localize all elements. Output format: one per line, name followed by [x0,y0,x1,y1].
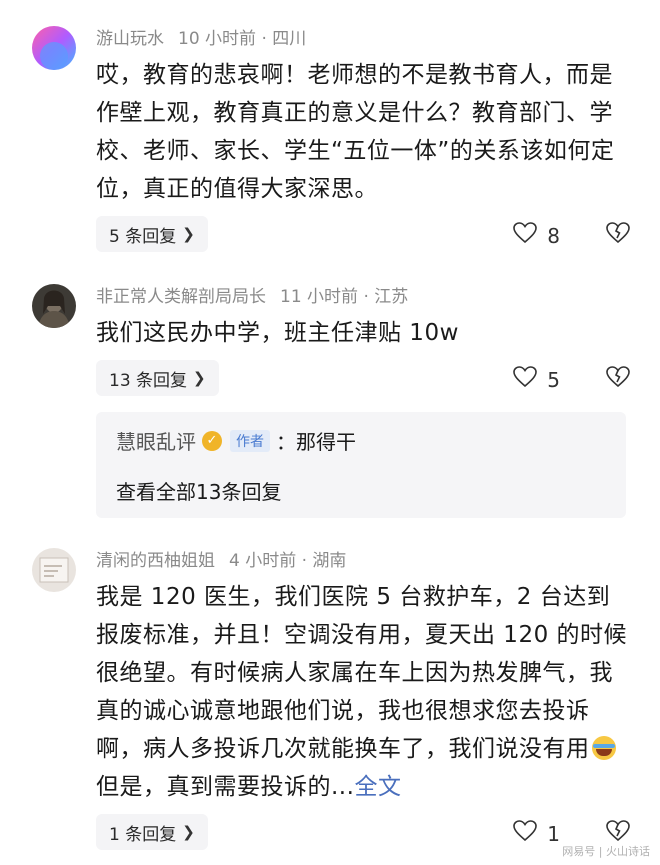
like-button[interactable]: 8 [513,222,560,249]
comment-text-part: 我是 120 医生，我们医院 5 台救护车，2 台达到报废标准，并且！空调没有用… [96,584,628,762]
avatar[interactable] [32,26,76,70]
comment-text: 哎，教育的悲哀啊！老师想的不是教书育人，而是作壁上观，教育真正的意义是什么？教育… [96,62,615,202]
comment-time-location: 4 小时前 · 湖南 [229,551,347,571]
like-count: 8 [547,223,560,248]
comment-meta: 非正常人类解剖局局长 11 小时前 · 江苏 [96,286,408,308]
chevron-right-icon: ❯ [193,369,206,387]
view-all-replies-link[interactable]: 查看全部13条回复 [116,476,281,505]
chevron-right-icon: ❯ [182,225,195,243]
comment-text: 我们这民办中学，班主任津贴 10w [96,320,459,346]
view-replies-button[interactable]: 5 条回复 ❯ [96,216,208,252]
comment-author[interactable]: 非正常人类解剖局局长 [96,287,266,307]
author-tag-badge: 作者 [230,429,270,452]
heart-icon [513,820,538,847]
sub-reply-text: ：那得干 [276,430,356,454]
comment-text: 我是 120 医生，我们医院 5 台救护车，2 台达到报废标准，并且！空调没有用… [96,578,632,806]
view-replies-button[interactable]: 13 条回复 ❯ [96,360,219,396]
verified-badge-icon: ✓ [202,430,222,451]
avatar[interactable] [32,284,76,328]
dislike-button[interactable] [606,366,630,392]
like-button[interactable]: 1 [513,820,560,847]
like-count: 5 [547,367,560,392]
comment-meta: 游山玩水 10 小时前 · 四川 [96,28,306,50]
sub-reply-author[interactable]: 慧眼乱评 [116,426,196,455]
comment-time-location: 11 小时前 · 江苏 [280,287,409,307]
heart-icon [513,222,538,249]
sub-reply-line: 慧眼乱评 ✓ 作者 ：那得干 [116,426,356,455]
comment-list: 游山玩水 10 小时前 · 四川 哎，教育的悲哀啊！老师想的不是教书育人，而是作壁… [0,0,660,865]
comment-time-location: 10 小时前 · 四川 [178,29,307,49]
comment-author[interactable]: 清闲的西柚姐姐 [96,551,215,571]
comment-meta: 清闲的西柚姐姐 4 小时前 · 湖南 [96,550,346,572]
like-count: 1 [547,821,560,846]
broken-heart-icon [606,366,630,392]
comment-author[interactable]: 游山玩水 [96,29,164,49]
reply-count-label: 13 条回复 [109,370,188,391]
laughing-crying-emoji-icon [591,736,616,760]
avatar[interactable] [32,548,76,592]
reply-count-label: 5 条回复 [109,226,177,247]
watermark: 网易号 | 火山诗话 [562,845,650,858]
like-button[interactable]: 5 [513,366,560,393]
full-text-link[interactable]: 全文 [354,774,401,800]
reply-count-label: 1 条回复 [109,824,177,845]
sub-reply-box[interactable]: 慧眼乱评 ✓ 作者 ：那得干 查看全部13条回复 [96,412,626,518]
heart-icon [513,366,538,393]
broken-heart-icon [606,222,630,248]
view-replies-button[interactable]: 1 条回复 ❯ [96,814,208,850]
dislike-button[interactable] [606,222,630,248]
comment-text-part: 但是，真到需要投诉的... [96,774,355,800]
chevron-right-icon: ❯ [182,823,195,841]
